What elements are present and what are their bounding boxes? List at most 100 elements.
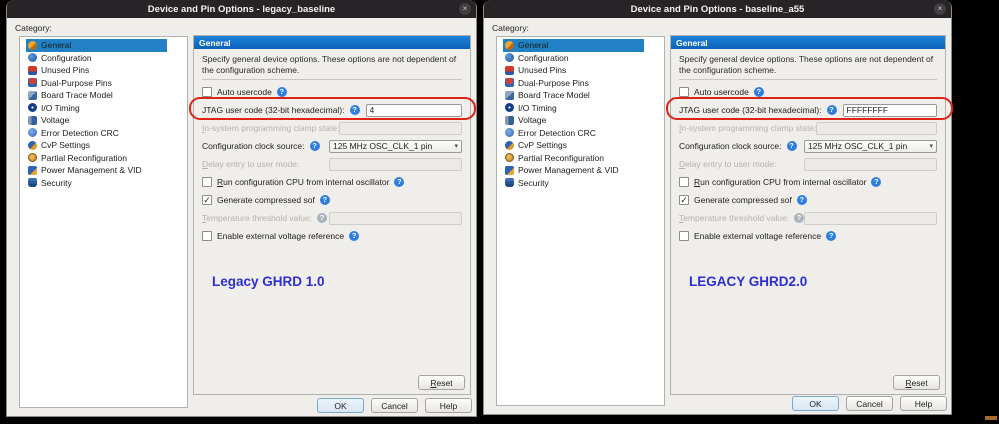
run-cpu-checkbox[interactable] (679, 177, 689, 187)
general-icon (28, 40, 37, 50)
category-item-configuration[interactable]: Configuration (26, 52, 187, 65)
ext-voltage-ref-label: Enable external voltage reference (217, 231, 345, 241)
help-icon[interactable]: ? (826, 105, 837, 115)
configuration-icon (28, 53, 37, 63)
clamp-state-label: In-system programming clamp state: (679, 123, 817, 133)
category-item-io-timing[interactable]: I/O Timing (26, 102, 187, 115)
category-item-label: I/O Timing (518, 102, 557, 113)
auto-usercode-checkbox[interactable] (202, 87, 212, 97)
close-icon[interactable]: × (459, 3, 471, 15)
category-item-label: General (518, 40, 549, 51)
category-label: Category: (15, 23, 52, 33)
category-item-label: Power Management & VID (518, 165, 619, 176)
category-item-voltage[interactable]: Voltage (26, 114, 187, 127)
annotation-text: Legacy GHRD 1.0 (212, 274, 325, 289)
close-icon[interactable]: × (934, 3, 946, 15)
category-item-label: Configuration (41, 52, 92, 63)
category-item-security[interactable]: Security (503, 177, 664, 190)
cancel-button[interactable]: Cancel (846, 396, 893, 411)
help-icon[interactable]: ? (796, 195, 807, 205)
category-item-general[interactable]: General (503, 39, 644, 52)
category-item-partial-reconfiguration[interactable]: Partial Reconfiguration (503, 152, 664, 165)
window-titlebar[interactable]: Device and Pin Options - legacy_baseline… (7, 0, 476, 18)
help-icon[interactable]: ? (276, 87, 287, 97)
general-options-panel: General Specify general device options. … (189, 35, 476, 395)
dual-purpose-pins-icon (505, 78, 514, 88)
voltage-icon (505, 115, 514, 125)
annotation-text: LEGACY GHRD2.0 (689, 274, 808, 289)
category-item-voltage[interactable]: Voltage (503, 114, 664, 127)
window-titlebar[interactable]: Device and Pin Options - baseline_a55 × (484, 0, 951, 18)
category-item-unused-pins[interactable]: Unused Pins (26, 64, 187, 77)
delay-entry-input (329, 157, 462, 171)
category-item-label: Error Detection CRC (41, 127, 119, 138)
ok-button[interactable]: OK (792, 396, 839, 411)
desktop-artifact (985, 416, 997, 420)
category-item-configuration[interactable]: Configuration (503, 52, 664, 65)
help-button[interactable]: Help (900, 396, 947, 411)
cancel-button[interactable]: Cancel (371, 398, 418, 413)
category-item-security[interactable]: Security (26, 177, 187, 190)
category-list: General Configuration Unused Pins Dual-P… (496, 36, 665, 406)
ext-voltage-ref-label: Enable external voltage reference (694, 231, 822, 241)
jtag-user-code-input[interactable] (842, 103, 937, 117)
compressed-sof-checkbox[interactable]: ✓ (679, 195, 689, 205)
category-item-label: Error Detection CRC (518, 127, 596, 138)
category-item-partial-reconfiguration[interactable]: Partial Reconfiguration (26, 152, 187, 165)
config-clock-source-label: Configuration clock source: (679, 141, 782, 151)
jtag-user-code-input[interactable] (365, 103, 462, 117)
config-clock-source-select[interactable]: 125 MHz OSC_CLK_1 pin ▾ (329, 139, 462, 153)
help-button[interactable]: Help (425, 398, 472, 413)
reset-button[interactable]: Reset (418, 375, 465, 390)
category-item-error-detection-crc[interactable]: Error Detection CRC (26, 127, 187, 140)
category-item-label: Security (41, 177, 72, 188)
help-icon[interactable]: ? (786, 141, 797, 151)
category-item-dual-purpose-pins[interactable]: Dual-Purpose Pins (26, 77, 187, 90)
category-item-cvp-settings[interactable]: CvP Settings (503, 139, 664, 152)
help-icon[interactable]: ? (309, 141, 320, 151)
delay-entry-label: Delay entry to user mode: (679, 159, 777, 169)
compressed-sof-checkbox[interactable]: ✓ (202, 195, 212, 205)
clamp-state-input (339, 121, 462, 135)
chevron-down-icon: ▾ (929, 143, 933, 150)
config-clock-source-select[interactable]: 125 MHz OSC_CLK_1 pin ▾ (804, 139, 937, 153)
category-item-cvp-settings[interactable]: CvP Settings (26, 139, 187, 152)
category-item-general[interactable]: General (26, 39, 167, 52)
window-title: Device and Pin Options - legacy_baseline (147, 3, 336, 15)
reset-button[interactable]: Reset (893, 375, 940, 390)
category-item-label: Dual-Purpose Pins (518, 77, 589, 88)
category-item-power-management[interactable]: Power Management & VID (26, 164, 187, 177)
configuration-icon (505, 53, 514, 63)
magnifier-icon (505, 153, 514, 163)
help-icon[interactable]: ? (349, 105, 360, 115)
help-icon[interactable]: ? (826, 231, 837, 241)
panel-header: General (671, 36, 945, 49)
help-icon[interactable]: ? (753, 87, 764, 97)
general-icon (505, 40, 514, 50)
category-item-label: General (41, 40, 72, 51)
category-item-board-trace-model[interactable]: Board Trace Model (26, 89, 187, 102)
category-item-io-timing[interactable]: I/O Timing (503, 102, 664, 115)
help-icon[interactable]: ? (871, 177, 882, 187)
clock-icon (505, 103, 514, 113)
category-item-power-management[interactable]: Power Management & VID (503, 164, 664, 177)
category-item-error-detection-crc[interactable]: Error Detection CRC (503, 127, 664, 140)
ok-button[interactable]: OK (317, 398, 364, 413)
category-item-dual-purpose-pins[interactable]: Dual-Purpose Pins (503, 77, 664, 90)
ext-voltage-ref-checkbox[interactable] (679, 231, 689, 241)
panel-description: Specify general device options. These op… (679, 54, 934, 75)
category-item-unused-pins[interactable]: Unused Pins (503, 64, 664, 77)
auto-usercode-checkbox[interactable] (679, 87, 689, 97)
category-item-board-trace-model[interactable]: Board Trace Model (503, 89, 664, 102)
board-trace-model-icon (505, 90, 514, 100)
unused-pins-icon (28, 65, 37, 75)
help-icon[interactable]: ? (349, 231, 360, 241)
help-icon[interactable]: ? (319, 195, 330, 205)
config-clock-source-value: 125 MHz OSC_CLK_1 pin (333, 141, 433, 151)
run-cpu-checkbox[interactable] (202, 177, 212, 187)
device-pin-options-window-legacy: Device and Pin Options - legacy_baseline… (6, 0, 477, 417)
ext-voltage-ref-checkbox[interactable] (202, 231, 212, 241)
category-item-label: Partial Reconfiguration (41, 152, 127, 163)
category-item-label: Partial Reconfiguration (518, 152, 604, 163)
help-icon[interactable]: ? (394, 177, 405, 187)
